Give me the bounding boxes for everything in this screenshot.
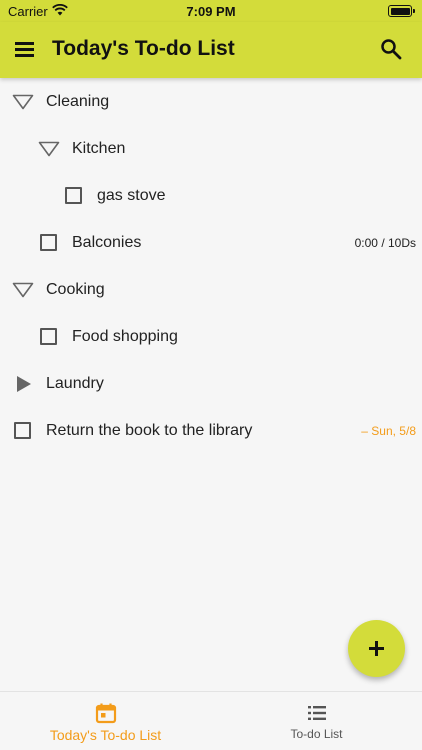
menu-icon[interactable] [14,39,36,59]
calendar-icon [95,703,116,724]
status-time: 7:09 PM [186,4,236,19]
tab-label: To-do List [290,727,343,741]
task-checkbox[interactable] [40,234,57,251]
list-icon [307,706,326,720]
task-group-row[interactable]: Laundry [0,360,422,407]
task-label: Return the book to the library [46,421,253,439]
task-label: gas stove [97,186,166,204]
tab-todays-todo-list[interactable]: Today's To-do List [0,692,211,750]
expanded-triangle-icon[interactable] [12,282,34,298]
task-label: Cooking [46,280,105,298]
task-row[interactable]: Food shopping [0,313,422,360]
task-label: Laundry [46,374,104,392]
task-row[interactable]: Return the book to the library – Sun, 5/… [0,407,422,454]
search-icon[interactable] [380,38,402,60]
task-due-date: – Sun, 5/8 [361,423,416,438]
tab-todo-list[interactable]: To-do List [211,692,422,750]
task-row[interactable]: gas stove [0,172,422,219]
task-timer-meta: 0:00 / 10Ds [354,235,416,250]
add-task-button[interactable] [348,620,405,677]
expanded-triangle-icon[interactable] [12,94,34,110]
task-label: Food shopping [72,327,178,345]
task-label: Cleaning [46,92,110,110]
collapsed-triangle-icon[interactable] [16,375,32,392]
task-checkbox[interactable] [65,187,82,204]
bottom-nav: Today's To-do List To-do List [0,691,422,750]
app-bar: Today's To-do List [0,22,422,78]
task-row[interactable]: Balconies 0:00 / 10Ds [0,219,422,266]
task-checkbox[interactable] [40,328,57,345]
battery-icon [388,5,415,17]
task-group-row[interactable]: Kitchen [0,125,422,172]
task-label: Kitchen [72,139,126,157]
task-group-row[interactable]: Cooking [0,266,422,313]
tab-label: Today's To-do List [49,727,162,743]
expanded-triangle-icon[interactable] [38,141,60,157]
task-list: Cleaning Kitchen gas stove Balconies 0:0… [0,78,422,454]
page-title: Today's To-do List [52,37,235,60]
task-label: Balconies [72,233,142,251]
status-bar: Carrier 7:09 PM [0,0,422,22]
task-checkbox[interactable] [14,422,31,439]
task-group-row[interactable]: Cleaning [0,78,422,125]
